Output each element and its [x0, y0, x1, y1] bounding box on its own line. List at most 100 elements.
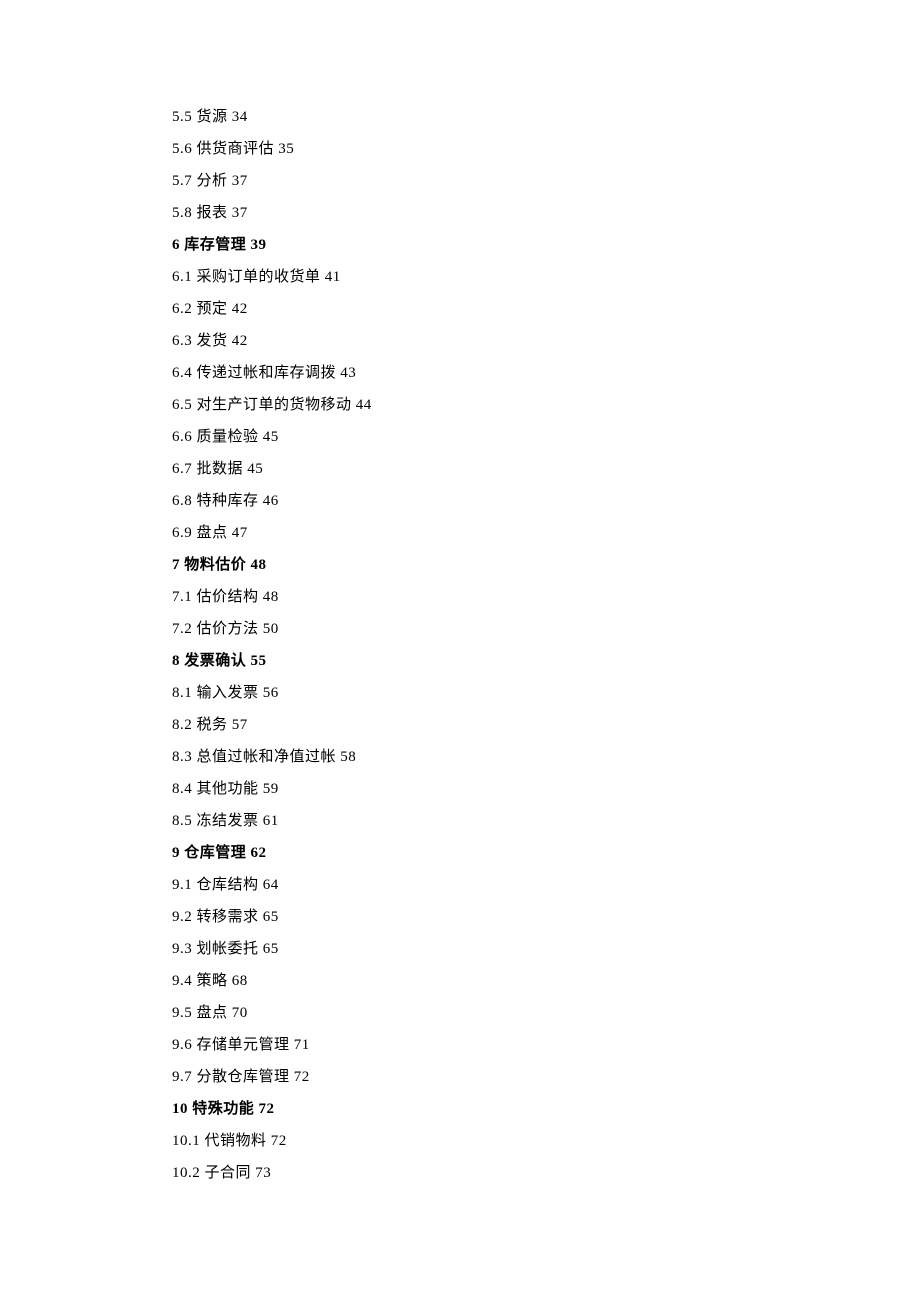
toc-entry: 5.7 分析 37	[172, 174, 920, 189]
toc-entry-number: 9.1	[172, 877, 192, 893]
toc-entry: 7.1 估价结构 48	[172, 590, 920, 605]
toc-entry-number: 9.4	[172, 973, 192, 989]
toc-entry-page: 45	[263, 429, 279, 445]
toc-entry-page: 48	[263, 589, 279, 605]
toc-entry: 10.1 代销物料 72	[172, 1134, 920, 1149]
toc-entry-page: 48	[251, 557, 267, 573]
toc-entry-number: 10	[172, 1101, 188, 1117]
toc-entry-title: 子合同	[205, 1165, 252, 1181]
toc-entry-title: 存储单元管理	[197, 1037, 290, 1053]
toc-entry-page: 65	[263, 909, 279, 925]
toc-entry-title: 发票确认	[184, 653, 246, 669]
toc-entry-title: 物料估价	[184, 557, 246, 573]
toc-entry-page: 72	[271, 1133, 287, 1149]
toc-entry-title: 策略	[197, 973, 228, 989]
toc-entry-number: 10.1	[172, 1133, 200, 1149]
toc-entry-page: 41	[325, 269, 341, 285]
toc-entry-title: 转移需求	[197, 909, 259, 925]
toc-entry: 6.4 传递过帐和库存调拨 43	[172, 366, 920, 381]
toc-entry-title: 盘点	[197, 525, 228, 541]
toc-entry-number: 6.5	[172, 397, 192, 413]
toc-entry-number: 7	[172, 557, 180, 573]
toc-entry-number: 6.8	[172, 493, 192, 509]
toc-entry: 6.1 采购订单的收货单 41	[172, 270, 920, 285]
toc-entry-number: 8.1	[172, 685, 192, 701]
toc-entry: 9.3 划帐委托 65	[172, 942, 920, 957]
toc-entry: 6.7 批数据 45	[172, 462, 920, 477]
toc-entry-title: 分散仓库管理	[197, 1069, 290, 1085]
toc-entry-page: 56	[263, 685, 279, 701]
toc-entry-page: 45	[247, 461, 263, 477]
toc-entry-title: 采购订单的收货单	[197, 269, 321, 285]
toc-entry-number: 6.7	[172, 461, 192, 477]
toc-entry-title: 盘点	[197, 1005, 228, 1021]
toc-entry-title: 报表	[197, 205, 228, 221]
toc-entry-title: 供货商评估	[197, 141, 275, 157]
toc-entry: 6.3 发货 42	[172, 334, 920, 349]
toc-entry-page: 42	[232, 333, 248, 349]
toc-entry-page: 68	[232, 973, 248, 989]
toc-entry-page: 73	[255, 1165, 271, 1181]
toc-entry-page: 71	[294, 1037, 310, 1053]
toc-entry-title: 分析	[197, 173, 228, 189]
toc-entry: 9.7 分散仓库管理 72	[172, 1070, 920, 1085]
toc-entry-number: 6.2	[172, 301, 192, 317]
toc-entry-page: 57	[232, 717, 248, 733]
toc-entry-number: 6.1	[172, 269, 192, 285]
toc-entry-page: 39	[251, 237, 267, 253]
toc-entry: 9.1 仓库结构 64	[172, 878, 920, 893]
toc-entry-page: 35	[278, 141, 294, 157]
toc-entry-title: 预定	[197, 301, 228, 317]
toc-entry-page: 37	[232, 205, 248, 221]
toc-entry-page: 37	[232, 173, 248, 189]
toc-entry-title: 总值过帐和净值过帐	[197, 749, 337, 765]
toc-entry: 8.5 冻结发票 61	[172, 814, 920, 829]
toc-page: 5.5 货源 34 5.6 供货商评估 35 5.7 分析 37 5.8 报表 37 6…	[0, 0, 920, 1181]
toc-entry-number: 7.1	[172, 589, 192, 605]
toc-entry-number: 5.5	[172, 109, 192, 125]
toc-heading: 8 发票确认 55	[172, 654, 920, 669]
toc-entry-number: 5.7	[172, 173, 192, 189]
toc-entry: 9.5 盘点 70	[172, 1006, 920, 1021]
toc-entry-title: 税务	[197, 717, 228, 733]
toc-entry: 5.6 供货商评估 35	[172, 142, 920, 157]
toc-entry-page: 55	[251, 653, 267, 669]
toc-entry-title: 仓库结构	[197, 877, 259, 893]
toc-entry: 6.5 对生产订单的货物移动 44	[172, 398, 920, 413]
toc-entry-title: 批数据	[197, 461, 244, 477]
toc-entry: 5.5 货源 34	[172, 110, 920, 125]
toc-heading: 9 仓库管理 62	[172, 846, 920, 861]
toc-entry-page: 43	[340, 365, 356, 381]
toc-entry-title: 传递过帐和库存调拨	[197, 365, 337, 381]
toc-entry-number: 6.9	[172, 525, 192, 541]
toc-entry-number: 9.2	[172, 909, 192, 925]
toc-entry-number: 9.6	[172, 1037, 192, 1053]
toc-entry-page: 59	[263, 781, 279, 797]
toc-entry-page: 62	[251, 845, 267, 861]
toc-entry-number: 10.2	[172, 1165, 200, 1181]
toc-entry: 9.2 转移需求 65	[172, 910, 920, 925]
toc-heading: 6 库存管理 39	[172, 238, 920, 253]
toc-entry: 8.4 其他功能 59	[172, 782, 920, 797]
toc-entry-number: 8.5	[172, 813, 192, 829]
toc-entry-title: 其他功能	[197, 781, 259, 797]
toc-entry: 10.2 子合同 73	[172, 1166, 920, 1181]
toc-entry-number: 5.8	[172, 205, 192, 221]
toc-entry-page: 34	[232, 109, 248, 125]
toc-entry-title: 特殊功能	[192, 1101, 254, 1117]
toc-entry-title: 估价方法	[197, 621, 259, 637]
toc-entry-number: 9	[172, 845, 180, 861]
toc-entry-title: 仓库管理	[184, 845, 246, 861]
toc-entry-title: 对生产订单的货物移动	[197, 397, 352, 413]
toc-entry-number: 6	[172, 237, 180, 253]
toc-entry: 6.6 质量检验 45	[172, 430, 920, 445]
toc-entry-number: 6.6	[172, 429, 192, 445]
toc-heading: 7 物料估价 48	[172, 558, 920, 573]
toc-entry-title: 货源	[197, 109, 228, 125]
toc-entry-number: 9.3	[172, 941, 192, 957]
toc-entry-title: 估价结构	[197, 589, 259, 605]
toc-entry-number: 8.4	[172, 781, 192, 797]
toc-entry-number: 8	[172, 653, 180, 669]
toc-entry-title: 输入发票	[197, 685, 259, 701]
toc-entry-title: 特种库存	[197, 493, 259, 509]
